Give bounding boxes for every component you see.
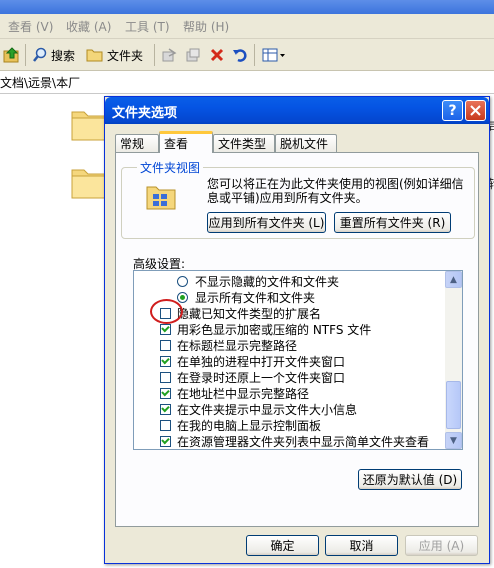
radio-button[interactable] (177, 275, 188, 287)
folder-views-description: 您可以将正在为此文件夹使用的视图(例如详细信息或平铺)应用到所有文件夹。 (207, 177, 464, 205)
move-to-icon (162, 48, 177, 62)
undo-button[interactable] (232, 45, 248, 65)
help-button[interactable]: ? (442, 100, 463, 121)
list-item-label: 在标题栏显示完整路径 (177, 338, 298, 353)
menu-tools[interactable]: 工具 (T) (125, 18, 170, 35)
delete-button[interactable] (209, 45, 225, 65)
close-button[interactable] (465, 100, 486, 121)
folder-view-icon (146, 186, 176, 210)
checkbox[interactable] (160, 323, 171, 335)
dialog-titlebar[interactable]: 文件夹选项 ? (105, 97, 489, 124)
highlight-circle (150, 299, 183, 324)
list-item[interactable]: 用彩色显示加密或压缩的 NTFS 文件 (160, 321, 462, 337)
scroll-up-button[interactable]: ▲ (445, 271, 462, 288)
up-folder-icon (3, 47, 19, 63)
list-item[interactable]: 在地址栏中显示完整路径 (160, 385, 462, 401)
menu-help[interactable]: 帮助 (H) (183, 18, 229, 35)
list-item-label: 隐藏已知文件类型的扩展名 (177, 306, 322, 321)
list-item-label: 在我的电脑上显示控制面板 (177, 418, 322, 433)
list-item[interactable]: 在登录时还原上一个文件夹窗口 (160, 369, 462, 385)
toolbar: 搜索 文件夹 (0, 39, 494, 71)
menu-view[interactable]: 查看 (V) (8, 18, 53, 35)
list-item-label: 在文件夹提示中显示文件大小信息 (177, 402, 358, 417)
dialog-title: 文件夹选项 (112, 106, 178, 121)
delete-icon (210, 48, 224, 62)
scroll-down-button[interactable]: ▼ (445, 432, 462, 449)
help-icon: ? (448, 102, 457, 119)
folder-icon (86, 49, 103, 62)
advanced-settings-list: 不显示隐藏的文件和文件夹 显示所有文件和文件夹 隐藏已知文件类型的扩展名 用彩色… (133, 270, 463, 450)
search-button[interactable]: 搜索 (32, 45, 75, 65)
reset-all-folders-button[interactable]: 重置所有文件夹 (R) (334, 212, 451, 233)
checkbox[interactable] (160, 339, 171, 351)
checkbox[interactable] (160, 355, 171, 367)
tab-general[interactable]: 常规 (115, 134, 159, 152)
search-label: 搜索 (51, 48, 76, 63)
list-item-label: 不显示隐藏的文件和文件夹 (195, 274, 340, 289)
list-item-label: 在单独的进程中打开文件夹窗口 (177, 354, 346, 369)
list-item-label: 用彩色显示加密或压缩的 NTFS 文件 (177, 322, 372, 337)
close-icon (470, 105, 481, 116)
toolbar-separator (254, 44, 255, 66)
tab-file-types[interactable]: 文件类型 (213, 134, 275, 152)
chevron-down-icon: ▼ (450, 435, 457, 446)
radio-button[interactable] (177, 291, 188, 303)
checkbox[interactable] (160, 419, 171, 431)
toolbar-separator (25, 44, 26, 66)
list-item[interactable]: 在资源管理器文件夹列表中显示简单文件夹查看 (160, 433, 462, 449)
copy-to-icon (186, 48, 200, 62)
copy-to-button[interactable] (185, 45, 201, 65)
list-item[interactable]: 不显示隐藏的文件和文件夹 (177, 273, 462, 289)
chevron-up-icon: ▲ (450, 274, 457, 285)
checkbox[interactable] (160, 387, 171, 399)
apply-to-all-folders-button[interactable]: 应用到所有文件夹 (L) (207, 212, 326, 233)
menu-bar: 查看 (V) 收藏 (A) 工具 (T) 帮助 (H) (0, 14, 494, 39)
window-title-strip (0, 0, 494, 14)
folders-button[interactable]: 文件夹 (86, 45, 143, 65)
cancel-button[interactable]: 取消 (325, 535, 398, 556)
vertical-scrollbar[interactable]: ▲ ▼ (445, 271, 462, 449)
list-item-label: 在登录时还原上一个文件夹窗口 (177, 370, 346, 385)
folder-options-dialog: 文件夹选项 ? 常规 查看 文件类型 脱机文件 文件夹视图 您可以将正在为此文件… (104, 96, 490, 564)
address-bar[interactable]: 文档\远景\本厂 (0, 71, 494, 94)
move-to-button[interactable] (161, 45, 177, 65)
checkbox[interactable] (160, 371, 171, 383)
list-item-label: 在地址栏中显示完整路径 (177, 386, 310, 401)
apply-button[interactable]: 应用 (A) (405, 535, 478, 556)
list-item[interactable]: 在单独的进程中打开文件夹窗口 (160, 353, 462, 369)
list-item[interactable]: 隐藏已知文件类型的扩展名 (160, 305, 462, 321)
list-item[interactable]: 在文件夹提示中显示文件大小信息 (160, 401, 462, 417)
ok-button[interactable]: 确定 (246, 535, 319, 556)
tab-offline-files[interactable]: 脱机文件 (275, 134, 337, 152)
up-folder-button[interactable] (3, 45, 21, 65)
restore-defaults-button[interactable]: 还原为默认值 (D) (358, 469, 462, 490)
checkbox[interactable] (160, 403, 171, 415)
tab-view[interactable]: 查看 (159, 131, 213, 153)
scroll-thumb[interactable] (446, 381, 461, 429)
checkbox[interactable] (160, 435, 171, 447)
search-icon (33, 47, 47, 62)
menu-favorites[interactable]: 收藏 (A) (66, 18, 111, 35)
views-button[interactable] (262, 45, 286, 65)
list-item-label: 显示所有文件和文件夹 (195, 290, 316, 305)
undo-icon (233, 49, 247, 62)
address-path: 文档\远景\本厂 (0, 76, 81, 90)
list-item[interactable]: 在标题栏显示完整路径 (160, 337, 462, 353)
views-icon (262, 48, 285, 62)
folders-label: 文件夹 (107, 48, 144, 63)
list-item[interactable]: 在我的电脑上显示控制面板 (160, 417, 462, 433)
toolbar-separator (154, 44, 155, 66)
list-item-label: 在资源管理器文件夹列表中显示简单文件夹查看 (177, 434, 430, 449)
folder-views-title: 文件夹视图 (137, 159, 204, 176)
list-item[interactable]: 显示所有文件和文件夹 (177, 289, 462, 305)
